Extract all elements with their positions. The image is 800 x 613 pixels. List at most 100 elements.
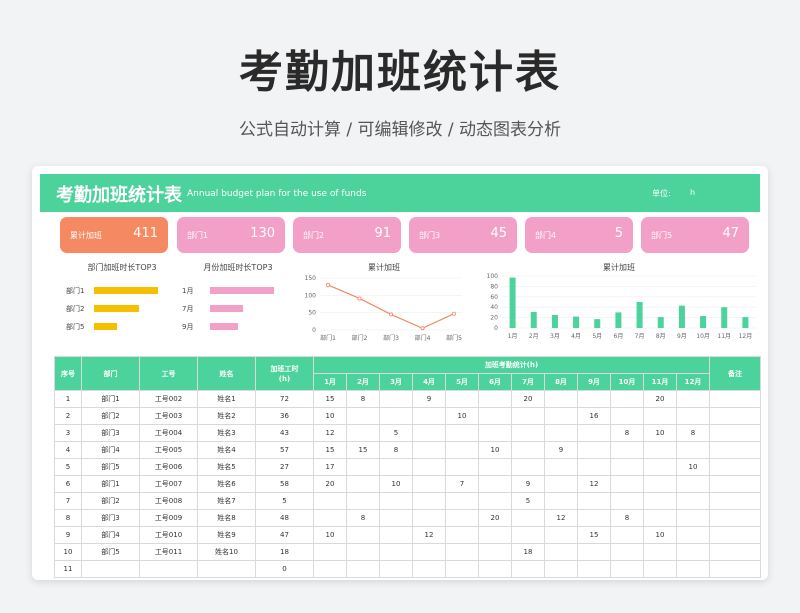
cell-total[interactable]: 0 [255,560,314,578]
cell-month[interactable]: 5 [379,424,413,442]
cell-month[interactable] [478,458,512,476]
cell-note[interactable] [709,526,762,544]
cell-month[interactable] [577,458,611,476]
cell-month[interactable] [412,407,446,425]
cell-id[interactable]: 工号011 [139,543,198,561]
cell-month[interactable] [379,560,413,578]
cell-month[interactable]: 12 [544,509,578,527]
cell-index[interactable]: 1 [54,390,82,408]
cell-month[interactable]: 20 [313,475,347,493]
cell-note[interactable] [709,560,762,578]
cell-note[interactable] [709,543,762,561]
cell-month[interactable]: 10 [379,475,413,493]
cell-month[interactable] [544,526,578,544]
cell-total[interactable]: 5 [255,492,314,510]
cell-name[interactable]: 姓名5 [197,458,256,476]
cell-month[interactable] [412,441,446,459]
cell-note[interactable] [709,458,762,476]
cell-month[interactable] [379,390,413,408]
cell-month[interactable] [478,526,512,544]
cell-month[interactable] [675,390,711,408]
cell-total[interactable]: 36 [255,407,314,425]
cell-month[interactable] [610,560,644,578]
cell-name[interactable]: 姓名3 [197,424,256,442]
cell-month[interactable]: 5 [511,492,545,510]
cell-total[interactable]: 43 [255,424,314,442]
cell-name[interactable]: 姓名6 [197,475,256,493]
cell-month[interactable] [643,458,677,476]
cell-month[interactable] [577,492,611,510]
cell-month[interactable] [675,441,711,459]
cell-total[interactable]: 58 [255,475,314,493]
cell-month[interactable]: 16 [577,407,611,425]
cell-month[interactable]: 17 [313,458,347,476]
cell-month[interactable] [610,407,644,425]
cell-month[interactable] [313,543,347,561]
cell-month[interactable] [577,424,611,442]
cell-total[interactable]: 47 [255,526,314,544]
cell-dept[interactable]: 部门2 [81,492,140,510]
cell-index[interactable]: 2 [54,407,82,425]
cell-month[interactable] [445,526,479,544]
cell-month[interactable]: 8 [610,509,644,527]
cell-total[interactable]: 72 [255,390,314,408]
cell-name[interactable]: 姓名8 [197,509,256,527]
cell-index[interactable]: 11 [54,560,82,578]
cell-name[interactable] [197,560,256,578]
cell-index[interactable]: 8 [54,509,82,527]
cell-id[interactable]: 工号009 [139,509,198,527]
cell-month[interactable]: 8 [610,424,644,442]
cell-month[interactable] [412,492,446,510]
cell-month[interactable] [643,560,677,578]
cell-month[interactable] [675,407,711,425]
cell-id[interactable]: 工号005 [139,441,198,459]
cell-month[interactable] [379,526,413,544]
cell-month[interactable] [346,475,380,493]
cell-month[interactable] [544,560,578,578]
cell-total[interactable]: 18 [255,543,314,561]
cell-month[interactable] [610,543,644,561]
cell-month[interactable] [610,526,644,544]
cell-month[interactable] [478,475,512,493]
cell-month[interactable] [346,458,380,476]
cell-month[interactable] [379,407,413,425]
cell-month[interactable] [379,509,413,527]
cell-name[interactable]: 姓名9 [197,526,256,544]
cell-id[interactable]: 工号010 [139,526,198,544]
cell-month[interactable] [675,475,711,493]
cell-id[interactable]: 工号008 [139,492,198,510]
cell-month[interactable] [445,509,479,527]
cell-month[interactable]: 20 [478,509,512,527]
cell-month[interactable] [445,492,479,510]
cell-total[interactable]: 48 [255,509,314,527]
cell-month[interactable] [544,390,578,408]
cell-total[interactable]: 57 [255,441,314,459]
cell-month[interactable] [643,441,677,459]
cell-month[interactable] [610,475,644,493]
cell-index[interactable]: 4 [54,441,82,459]
cell-month[interactable] [346,560,380,578]
cell-month[interactable] [577,543,611,561]
cell-month[interactable] [643,543,677,561]
cell-month[interactable]: 8 [675,424,711,442]
cell-id[interactable]: 工号002 [139,390,198,408]
cell-month[interactable]: 15 [313,441,347,459]
cell-month[interactable] [511,458,545,476]
cell-month[interactable] [445,458,479,476]
cell-id[interactable] [139,560,198,578]
cell-month[interactable] [313,509,347,527]
cell-month[interactable] [511,509,545,527]
cell-name[interactable]: 姓名10 [197,543,256,561]
cell-month[interactable]: 10 [313,407,347,425]
cell-month[interactable] [445,543,479,561]
cell-dept[interactable]: 部门1 [81,475,140,493]
cell-month[interactable] [478,492,512,510]
cell-index[interactable]: 10 [54,543,82,561]
cell-month[interactable] [675,560,711,578]
cell-month[interactable] [511,560,545,578]
cell-month[interactable] [346,492,380,510]
cell-index[interactable]: 9 [54,526,82,544]
cell-dept[interactable] [81,560,140,578]
cell-dept[interactable]: 部门1 [81,390,140,408]
cell-month[interactable] [544,407,578,425]
